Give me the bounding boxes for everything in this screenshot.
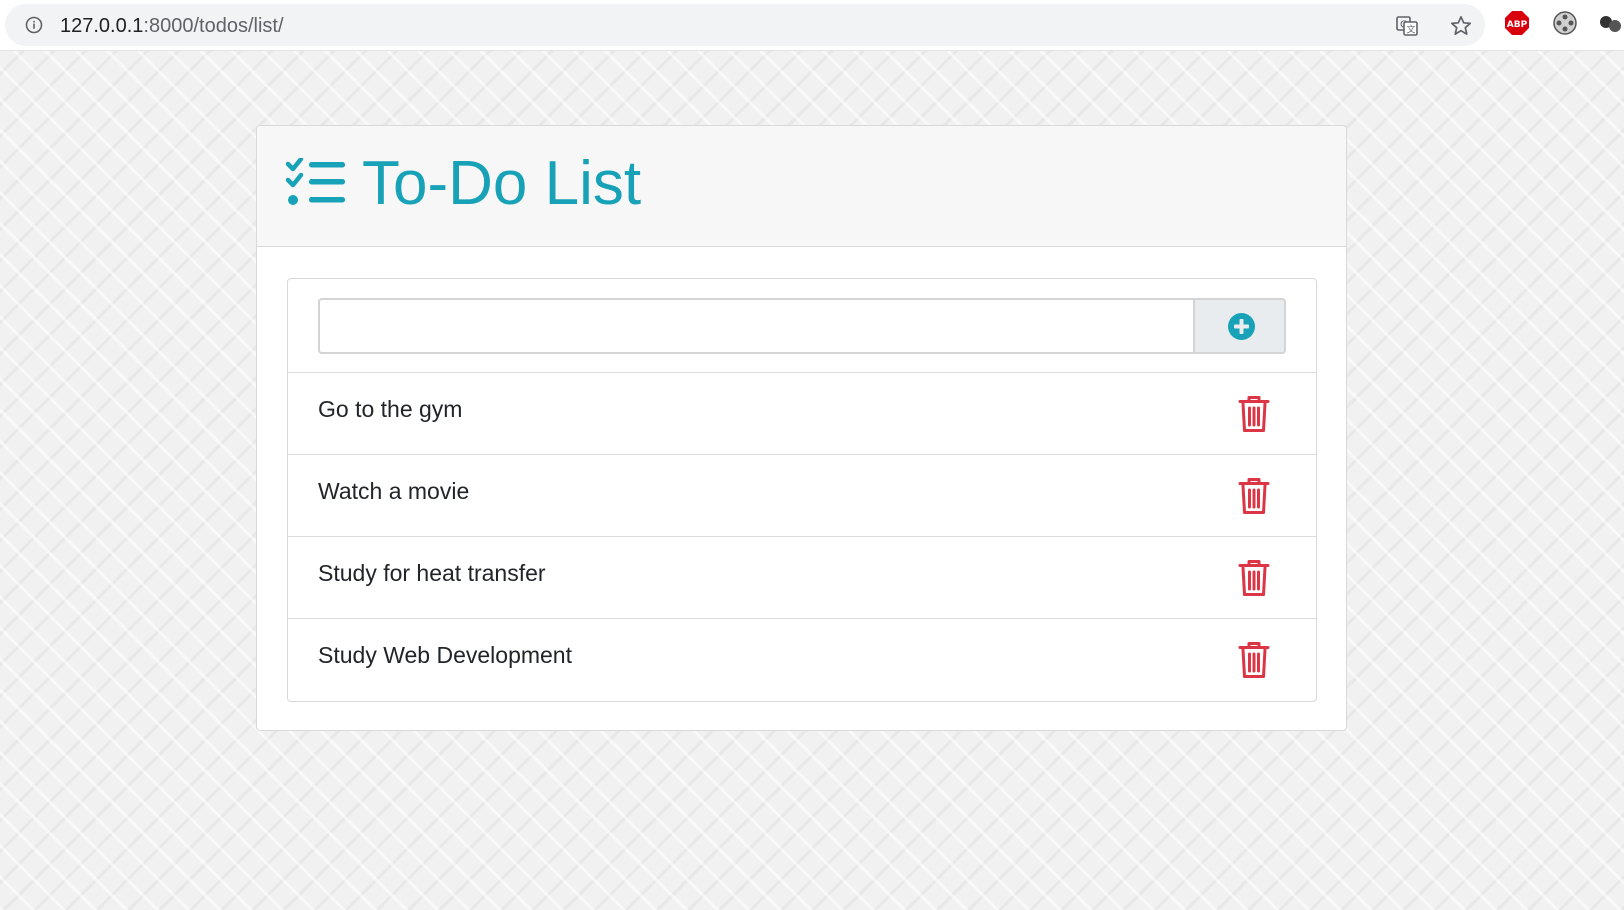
- trash-icon: [1238, 396, 1270, 432]
- info-icon[interactable]: [25, 16, 43, 34]
- url-text[interactable]: 127.0.0.1:8000/todos/list/: [60, 15, 284, 37]
- list-item: Study for heat transfer: [288, 537, 1316, 619]
- add-todo-button[interactable]: [1193, 298, 1286, 354]
- delete-todo-button[interactable]: [1234, 640, 1274, 680]
- trash-icon: [1238, 560, 1270, 596]
- todo-text: Study for heat transfer: [318, 560, 546, 586]
- list-check-icon: [286, 158, 345, 205]
- todo-list: Go to the gym Watch a movie Study for he…: [287, 278, 1317, 702]
- extension-film-icon[interactable]: [1552, 10, 1578, 36]
- trash-icon: [1238, 642, 1270, 678]
- todo-text: Watch a movie: [318, 478, 470, 504]
- delete-todo-button[interactable]: [1234, 476, 1274, 516]
- page-title: To-Do List: [362, 149, 642, 218]
- trash-icon: [1238, 478, 1270, 514]
- browser-toolbar: 127.0.0.1:8000/todos/list/ G 文 ABP: [0, 0, 1624, 51]
- adblock-plus-icon[interactable]: ABP: [1504, 10, 1530, 36]
- todo-card: To-Do List Go to the gym Watch a movie S…: [256, 125, 1347, 731]
- new-todo-input[interactable]: [318, 298, 1193, 354]
- svg-text:文: 文: [1407, 24, 1416, 36]
- delete-todo-button[interactable]: [1234, 558, 1274, 598]
- abp-label: ABP: [1507, 20, 1528, 30]
- card-header: To-Do List: [257, 126, 1346, 247]
- url-path: :8000/todos/list/: [143, 15, 284, 37]
- translate-icon[interactable]: G 文: [1395, 14, 1419, 38]
- todo-text: Study Web Development: [318, 642, 572, 668]
- list-item: Watch a movie: [288, 455, 1316, 537]
- extension-puzzle-icon[interactable]: [1598, 12, 1624, 38]
- list-item: Study Web Development: [288, 619, 1316, 701]
- url-host: 127.0.0.1: [60, 15, 144, 37]
- todo-text: Go to the gym: [318, 396, 463, 422]
- address-bar[interactable]: 127.0.0.1:8000/todos/list/ G 文: [5, 4, 1485, 46]
- plus-circle-icon: [1228, 313, 1255, 340]
- list-item: Go to the gym: [288, 373, 1316, 455]
- bookmark-star-icon[interactable]: [1449, 14, 1473, 38]
- add-todo-form: [288, 279, 1316, 373]
- delete-todo-button[interactable]: [1234, 394, 1274, 434]
